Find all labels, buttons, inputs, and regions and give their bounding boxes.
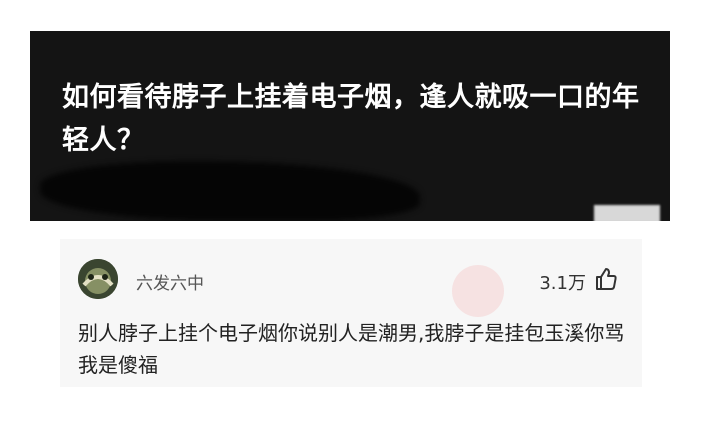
answer-text: 别人脖子上挂个电子烟你说别人是潮男,我脖子是挂包玉溪你骂我是傻福: [78, 321, 625, 377]
answer-card[interactable]: 六发六中 3.1万 别人脖子上挂个电子烟你说别人是潮男,我脖子是挂包玉溪你骂我是…: [60, 239, 642, 387]
like-count: 3.1万: [539, 273, 586, 294]
answer-author[interactable]: 六发六中: [136, 269, 204, 294]
answer-section: 六发六中 3.1万 别人脖子上挂个电子烟你说别人是潮男,我脖子是挂包玉溪你骂我是…: [30, 221, 670, 391]
watermark: [452, 265, 504, 317]
thumbs-up-icon[interactable]: [592, 265, 620, 293]
censor-smear: [40, 161, 420, 221]
question-title[interactable]: 如何看待脖子上挂着电子烟，逢人就吸一口的年轻人？: [62, 76, 652, 162]
question-header: 如何看待脖子上挂着电子烟，逢人就吸一口的年轻人？: [30, 31, 670, 223]
avatar[interactable]: [78, 259, 118, 299]
